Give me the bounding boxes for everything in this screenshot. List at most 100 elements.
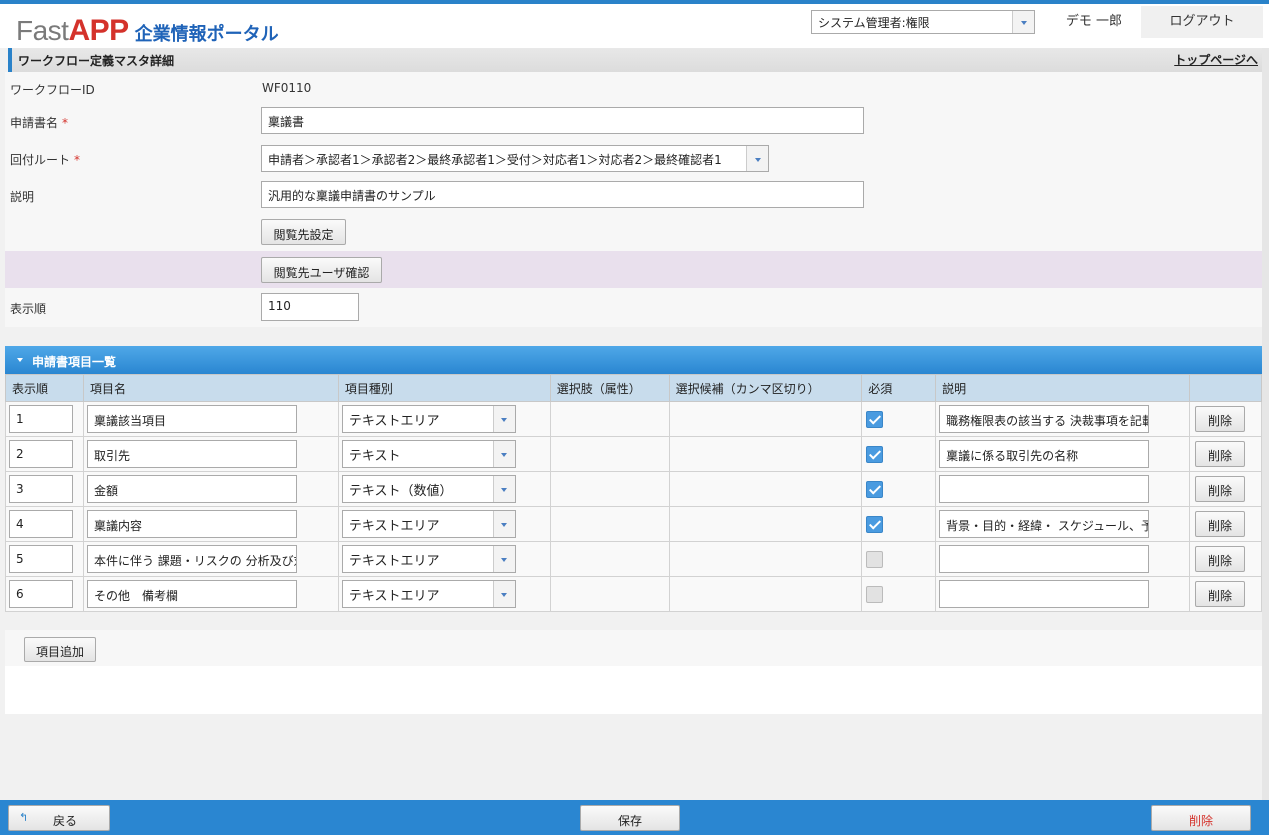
actions-cell: 削除 — [1188, 541, 1263, 577]
col-header-options: 選択肢（属性） — [549, 374, 670, 402]
back-arrow-icon: ↰ — [19, 811, 29, 824]
app-logo[interactable]: Fast APP 企業情報ポータル — [16, 14, 279, 48]
delete-row-button[interactable]: 削除 — [1194, 581, 1245, 607]
scrollbar[interactable] — [1262, 48, 1269, 800]
route-select[interactable]: 申請者＞承認者1＞承認者2＞最終承認者1＞受付＞対応者1＞対応者2＞最終確認者1 — [261, 145, 769, 172]
col-header-order: 表示順 — [5, 374, 84, 402]
route-select-value: 申請者＞承認者1＞承認者2＞最終承認者1＞受付＞対応者1＞対応者2＞最終確認者1 — [268, 153, 722, 167]
delete-row-button[interactable]: 削除 — [1194, 546, 1245, 572]
item-type-select[interactable]: テキスト（数値） — [341, 475, 516, 503]
logo-portal: 企業情報ポータル — [134, 24, 279, 45]
item-type-select[interactable]: テキストエリア — [341, 510, 516, 538]
candidates-cell — [668, 436, 863, 472]
app-name-input[interactable]: 稟議書 — [261, 107, 864, 134]
item-name-input[interactable]: 金額 — [86, 475, 297, 503]
actions-cell: 削除 — [1188, 401, 1263, 437]
role-select[interactable]: システム管理者:権限 — [811, 10, 1035, 34]
required-checkbox[interactable] — [866, 515, 884, 533]
delete-row-button[interactable]: 削除 — [1194, 476, 1245, 502]
item-name-input[interactable]: 稟議内容 — [86, 510, 297, 538]
required-checkbox[interactable] — [866, 550, 884, 568]
required-mark: * — [74, 153, 81, 167]
required-checkbox[interactable] — [866, 480, 884, 498]
chevron-down-icon[interactable] — [492, 476, 515, 502]
order-input[interactable]: 6 — [9, 580, 73, 608]
item-name-input[interactable]: その他 備考欄 — [86, 580, 297, 608]
delete-button[interactable]: 削除 — [1151, 805, 1251, 831]
table-row: 3 金額 テキスト（数値） 削除 — [5, 471, 1263, 507]
chevron-down-icon[interactable] — [492, 441, 515, 467]
actions-cell: 削除 — [1188, 436, 1263, 472]
required-checkbox[interactable] — [866, 585, 884, 603]
order-input[interactable]: 4 — [9, 510, 73, 538]
order-cell: 6 — [5, 576, 84, 612]
item-name-input[interactable]: 取引先 — [86, 440, 297, 468]
type-cell: テキスト — [337, 436, 551, 472]
logout-button[interactable]: ログアウト — [1141, 6, 1263, 38]
route-label: 回付ルート * — [10, 153, 81, 167]
chevron-down-icon[interactable] — [492, 581, 515, 607]
required-checkbox[interactable] — [866, 410, 884, 428]
item-description-input[interactable]: 稟議に係る取引先の名称 — [939, 440, 1150, 468]
type-cell: テキストエリア — [337, 506, 551, 542]
save-button[interactable]: 保存 — [580, 805, 680, 831]
item-name-input[interactable]: 本件に伴う 課題・リスクの 分析及び対策 — [86, 545, 297, 573]
required-cell — [861, 506, 937, 542]
table-row: 4 稟議内容 テキストエリア 背景・目的・経緯・ スケジュール、予算 削除 — [5, 506, 1263, 542]
col-header-candidates: 選択候補（カンマ区切り） — [668, 374, 863, 402]
item-description-input[interactable]: 職務権限表の該当する 決裁事項を記載 — [939, 405, 1150, 433]
chevron-down-icon[interactable] — [1012, 11, 1034, 33]
user-name[interactable]: デモ 一郎 — [1047, 6, 1141, 38]
logo-fast: Fast — [16, 15, 69, 46]
items-table: 表示順 項目名 項目種別 選択肢（属性） 選択候補（カンマ区切り） 必須 説明 … — [5, 374, 1263, 612]
order-input[interactable]: 5 — [9, 545, 73, 573]
description-input[interactable]: 汎用的な稟議申請書のサンプル — [261, 181, 864, 208]
candidates-cell — [668, 576, 863, 612]
order-cell: 3 — [5, 471, 84, 507]
app-header: Fast APP 企業情報ポータル システム管理者:権限 デモ 一郎 ログアウト — [0, 4, 1269, 48]
collapse-icon[interactable] — [17, 358, 23, 362]
delete-row-button[interactable]: 削除 — [1194, 511, 1245, 537]
viewer-user-confirm-button[interactable]: 閲覧先ユーザ確認 — [261, 257, 382, 283]
required-checkbox[interactable] — [866, 445, 884, 463]
add-item-area: 項目追加 — [5, 630, 1262, 666]
item-description-input[interactable]: 背景・目的・経緯・ スケジュール、予算 — [939, 510, 1150, 538]
item-type-select[interactable]: テキストエリア — [341, 405, 516, 433]
delete-row-button[interactable]: 削除 — [1194, 441, 1245, 467]
chevron-down-icon[interactable] — [492, 546, 515, 572]
chevron-down-icon[interactable] — [746, 146, 768, 171]
viewer-setting-button[interactable]: 閲覧先設定 — [261, 219, 346, 245]
order-cell: 2 — [5, 436, 84, 472]
item-name-input[interactable]: 稟議該当項目 — [86, 405, 297, 433]
table-row: 6 その他 備考欄 テキストエリア 削除 — [5, 576, 1263, 612]
add-item-button[interactable]: 項目追加 — [24, 637, 96, 662]
items-section-header[interactable]: 申請書項目一覧 — [5, 346, 1262, 374]
col-header-type: 項目種別 — [337, 374, 551, 402]
order-input[interactable]: 3 — [9, 475, 73, 503]
item-type-value: テキスト — [348, 449, 401, 464]
col-header-name: 項目名 — [82, 374, 339, 402]
item-description-input[interactable] — [939, 580, 1150, 608]
back-button-label: 戻る — [52, 814, 77, 828]
order-input[interactable]: 2 — [9, 440, 73, 468]
item-description-input[interactable] — [939, 545, 1150, 573]
item-type-select[interactable]: テキストエリア — [341, 580, 516, 608]
chevron-down-icon[interactable] — [492, 511, 515, 537]
options-cell — [549, 471, 670, 507]
items-table-body: 1 稟議該当項目 テキストエリア 職務権限表の該当する 決裁事項を記載 削除 2 取引先 テキ… — [5, 401, 1263, 612]
app-name-label: 申請書名 * — [10, 116, 69, 130]
blank-area — [5, 666, 1262, 714]
top-page-link[interactable]: トップページへ — [1174, 51, 1258, 68]
name-cell: 本件に伴う 課題・リスクの 分析及び対策 — [82, 541, 339, 577]
item-type-value: テキストエリア — [348, 519, 440, 534]
back-button[interactable]: ↰ 戻る — [8, 805, 110, 831]
display-order-input[interactable]: 110 — [261, 293, 359, 321]
order-input[interactable]: 1 — [9, 405, 73, 433]
item-type-select[interactable]: テキストエリア — [341, 545, 516, 573]
chevron-down-icon[interactable] — [492, 406, 515, 432]
delete-row-button[interactable]: 削除 — [1194, 406, 1245, 432]
item-description-input[interactable] — [939, 475, 1150, 503]
description-cell: 職務権限表の該当する 決裁事項を記載 — [935, 401, 1190, 437]
items-section-title: 申請書項目一覧 — [32, 355, 117, 369]
item-type-select[interactable]: テキスト — [341, 440, 516, 468]
